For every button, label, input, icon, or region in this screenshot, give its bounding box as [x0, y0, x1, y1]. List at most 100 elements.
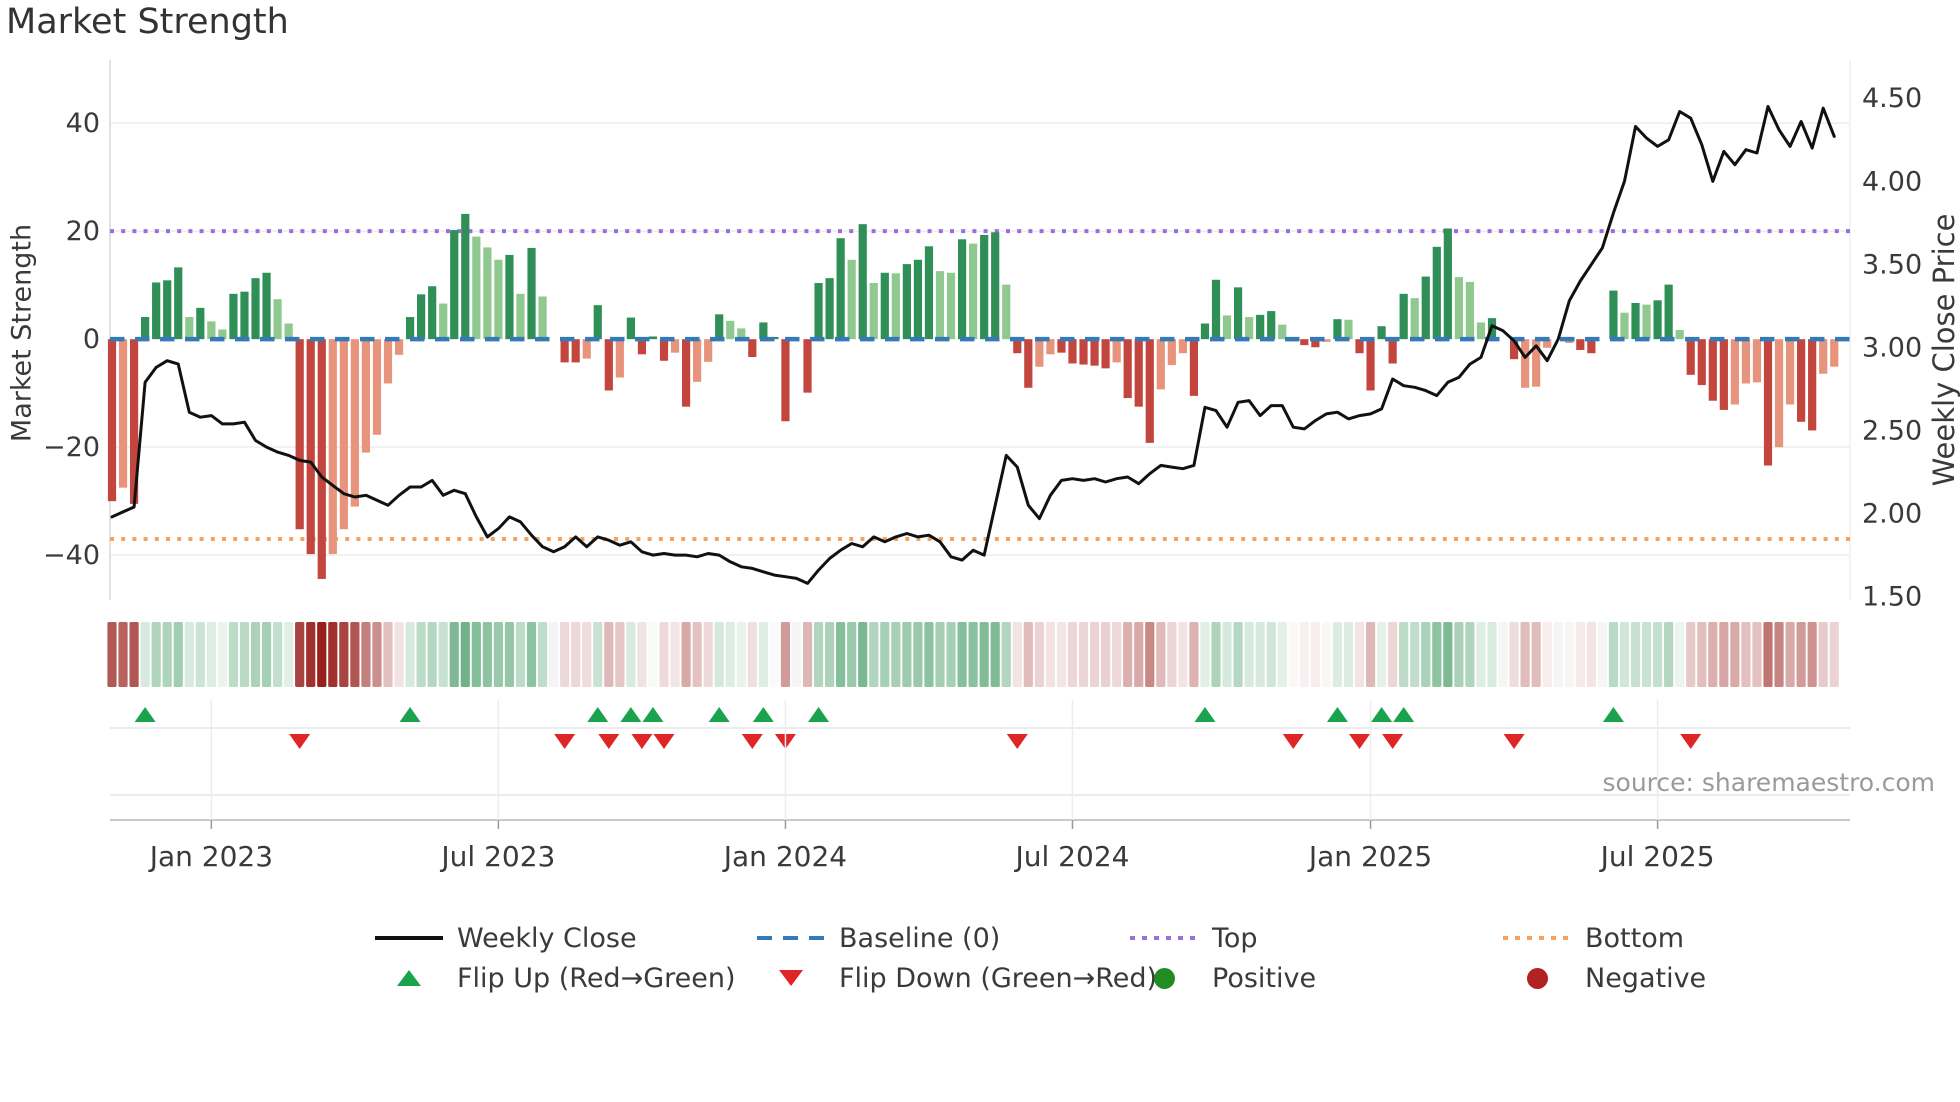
heatmap-cell: [1487, 622, 1497, 687]
heatmap-cell: [1575, 622, 1585, 687]
heatmap-cell: [1465, 622, 1475, 687]
strength-bar: [306, 339, 315, 555]
heatmap-cell: [703, 622, 713, 687]
strength-bar: [726, 320, 735, 340]
strength-bar: [913, 259, 923, 340]
flip-up-marker: [134, 707, 156, 722]
heatmap-cell: [1288, 622, 1298, 687]
strength-bar: [1443, 228, 1452, 340]
heatmap-cell: [1365, 622, 1376, 687]
heatmap-cell: [1178, 622, 1188, 687]
heatmap-cell: [1818, 622, 1828, 687]
heatmap-cell: [1123, 622, 1133, 687]
left-tick-label: −20: [43, 432, 100, 463]
heatmap-cell: [560, 622, 570, 687]
flip-down-marker: [1349, 734, 1371, 749]
top-dotted-icon: [1130, 922, 1198, 954]
strength-bar: [1576, 339, 1585, 350]
strength-bar: [759, 322, 768, 340]
heatmap-cell: [913, 622, 923, 687]
heatmap-cell: [1564, 622, 1574, 687]
heatmap-cell: [847, 622, 857, 687]
heatmap-cell: [714, 622, 724, 687]
strength-bar: [1819, 339, 1828, 374]
strength-bar: [1609, 290, 1618, 340]
legend-item-top: Top: [1130, 922, 1258, 954]
heatmap-cell: [1001, 622, 1011, 687]
strength-bar: [1797, 339, 1806, 422]
heatmap-cell: [593, 622, 603, 687]
strength-bar: [1222, 315, 1232, 340]
heatmap-cell: [1432, 622, 1442, 687]
heatmap-cell: [957, 622, 967, 687]
heatmap-cell: [648, 622, 658, 687]
weekly-close-line-icon: [375, 922, 443, 954]
strength-bar: [1112, 339, 1121, 363]
heatmap-cell: [195, 622, 205, 687]
heatmap-cell: [184, 622, 194, 687]
heatmap-cell: [1255, 622, 1265, 687]
heatmap-cell: [869, 622, 879, 687]
strength-bar: [1465, 281, 1475, 340]
strength-bar: [1101, 339, 1110, 369]
strength-bar: [361, 339, 371, 453]
strength-bar: [295, 339, 304, 530]
legend-label: Positive: [1212, 962, 1317, 994]
heatmap-cell: [990, 622, 1000, 687]
strength-bar: [107, 339, 117, 502]
heatmap-cell: [471, 622, 481, 687]
heatmap-cell: [659, 622, 669, 687]
right-tick-label: 4.00: [1862, 166, 1922, 197]
strength-bar: [516, 293, 525, 340]
flip-up-marker: [1602, 707, 1624, 722]
heatmap-cell: [604, 622, 614, 687]
flip-down-marker: [1382, 734, 1404, 749]
heatmap-cell: [1741, 622, 1751, 687]
heatmap-cell: [515, 622, 526, 687]
strength-bar: [439, 303, 448, 340]
heatmap-cell: [1332, 622, 1343, 687]
x-tick-label: Jan 2023: [148, 840, 273, 873]
strength-bar: [527, 247, 536, 340]
x-tick-label: Jan 2025: [1307, 840, 1432, 873]
strength-bar: [1189, 339, 1199, 396]
heatmap-cell: [405, 622, 415, 687]
legend-label: Top: [1212, 922, 1258, 954]
heatmap-cell: [1067, 622, 1078, 687]
left-tick-label: 0: [83, 324, 100, 355]
legend-item-negative: Negative: [1503, 962, 1706, 994]
heatmap-cell: [350, 622, 360, 687]
heatmap-cell: [1664, 622, 1674, 687]
heatmap-cell: [129, 622, 139, 687]
heatmap-cell: [891, 622, 901, 687]
strength-bar: [428, 286, 437, 340]
heatmap-cell: [836, 622, 846, 687]
heatmap-cell: [571, 622, 581, 687]
legend-label: Bottom: [1585, 922, 1685, 954]
flip-down-marker: [554, 734, 576, 749]
heatmap-cell: [549, 622, 559, 687]
heatmap-cell: [394, 622, 404, 687]
flip-up-marker: [620, 707, 642, 722]
left-tick-label: 20: [66, 216, 100, 247]
strength-bar: [1631, 303, 1640, 340]
strength-bar: [284, 323, 293, 340]
heatmap-cell: [482, 622, 492, 687]
heatmap-cell: [1167, 622, 1177, 687]
heatmap-cell: [504, 622, 515, 687]
strength-bar: [1134, 339, 1143, 407]
heatmap-cell: [758, 622, 768, 687]
strength-bar: [1421, 276, 1430, 340]
strength-bar: [560, 339, 569, 363]
strength-bar: [273, 299, 282, 340]
strength-bar: [1035, 339, 1044, 367]
heatmap-cell: [725, 622, 735, 687]
positive-circle-icon: [1130, 962, 1198, 994]
heatmap-cell: [1310, 622, 1320, 687]
heatmap-cell: [1410, 622, 1420, 687]
heatmap-cell: [1796, 622, 1806, 687]
strength-bar: [328, 339, 337, 555]
x-tick-label: Jul 2025: [1599, 840, 1715, 873]
strength-bar: [1024, 339, 1033, 388]
strength-bar: [538, 296, 547, 340]
